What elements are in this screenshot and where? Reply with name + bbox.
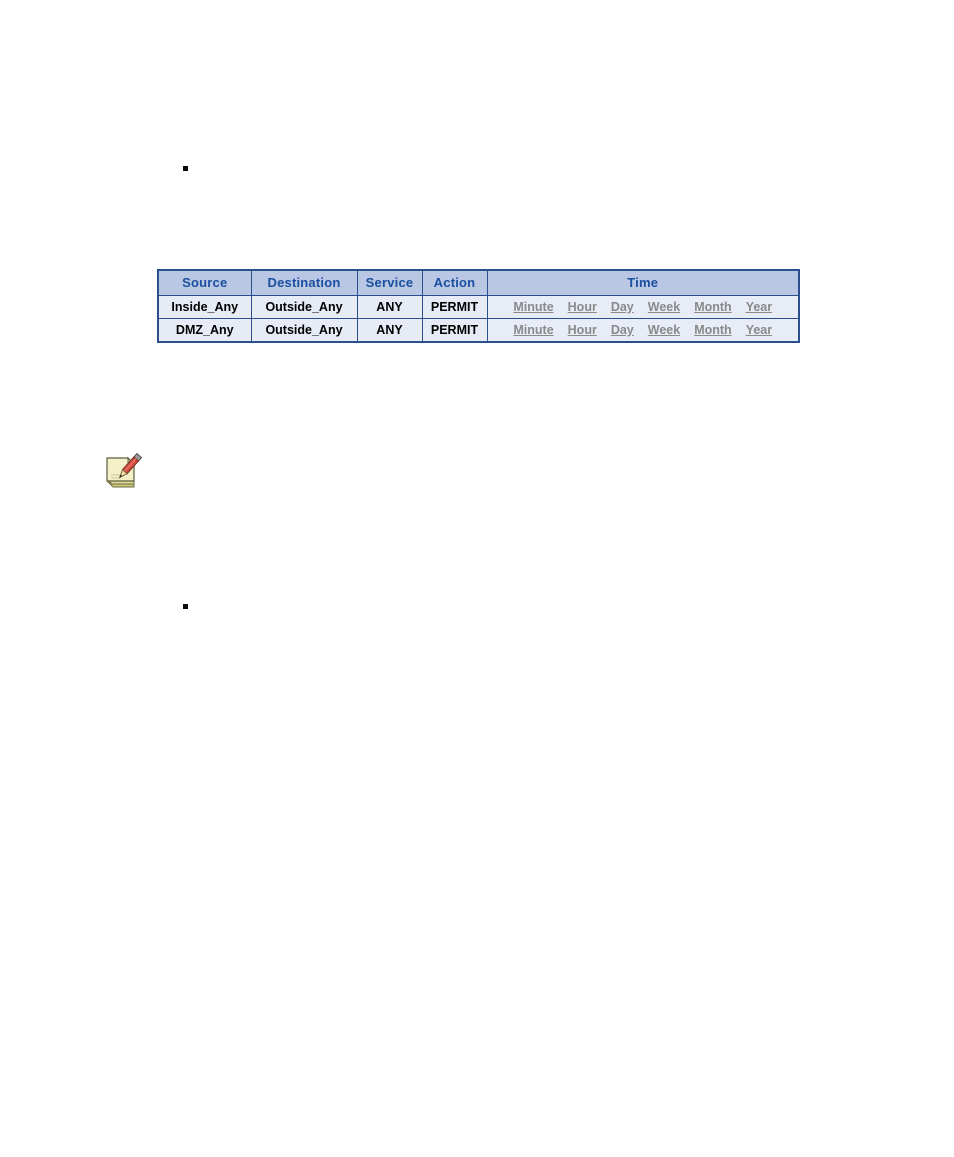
column-header-destination: Destination [250, 269, 358, 296]
time-link-group: Minute Hour Day Week Month Year [494, 296, 793, 318]
column-header-time: Time [486, 269, 800, 296]
time-link-week[interactable]: Week [648, 296, 680, 318]
time-link-month[interactable]: Month [694, 319, 731, 341]
cell-source: DMZ_Any [157, 318, 252, 343]
time-link-month[interactable]: Month [694, 296, 731, 318]
bullet-marker-2 [183, 604, 188, 609]
bullet-marker-1 [183, 166, 188, 171]
column-header-service: Service [356, 269, 423, 296]
table-header-row: Source Destination Service Action Time [157, 269, 800, 296]
cell-time: Minute Hour Day Week Month Year [486, 318, 800, 343]
time-link-day[interactable]: Day [611, 296, 634, 318]
time-link-week[interactable]: Week [648, 319, 680, 341]
column-header-action: Action [421, 269, 488, 296]
time-link-hour[interactable]: Hour [568, 319, 597, 341]
cell-action: PERMIT [421, 295, 488, 319]
time-link-year[interactable]: Year [746, 319, 772, 341]
firewall-rules-table: Source Destination Service Action Time I… [157, 269, 800, 343]
cell-action: PERMIT [421, 318, 488, 343]
column-header-source: Source [157, 269, 252, 296]
firewall-rules-table-container: Source Destination Service Action Time I… [157, 269, 800, 343]
cell-destination: Outside_Any [250, 318, 358, 343]
cell-service: ANY [356, 318, 423, 343]
time-link-day[interactable]: Day [611, 319, 634, 341]
time-link-group: Minute Hour Day Week Month Year [494, 319, 793, 341]
time-link-minute[interactable]: Minute [513, 319, 553, 341]
cell-destination: Outside_Any [250, 295, 358, 319]
time-link-year[interactable]: Year [746, 296, 772, 318]
table-row: DMZ_Any Outside_Any ANY PERMIT Minute Ho… [157, 318, 800, 343]
table-row: Inside_Any Outside_Any ANY PERMIT Minute… [157, 295, 800, 319]
cell-service: ANY [356, 295, 423, 319]
time-link-minute[interactable]: Minute [513, 296, 553, 318]
cell-time: Minute Hour Day Week Month Year [486, 295, 800, 319]
document-page: Source Destination Service Action Time I… [0, 0, 954, 1157]
note-pencil-icon [101, 451, 143, 493]
cell-source: Inside_Any [157, 295, 252, 319]
time-link-hour[interactable]: Hour [568, 296, 597, 318]
